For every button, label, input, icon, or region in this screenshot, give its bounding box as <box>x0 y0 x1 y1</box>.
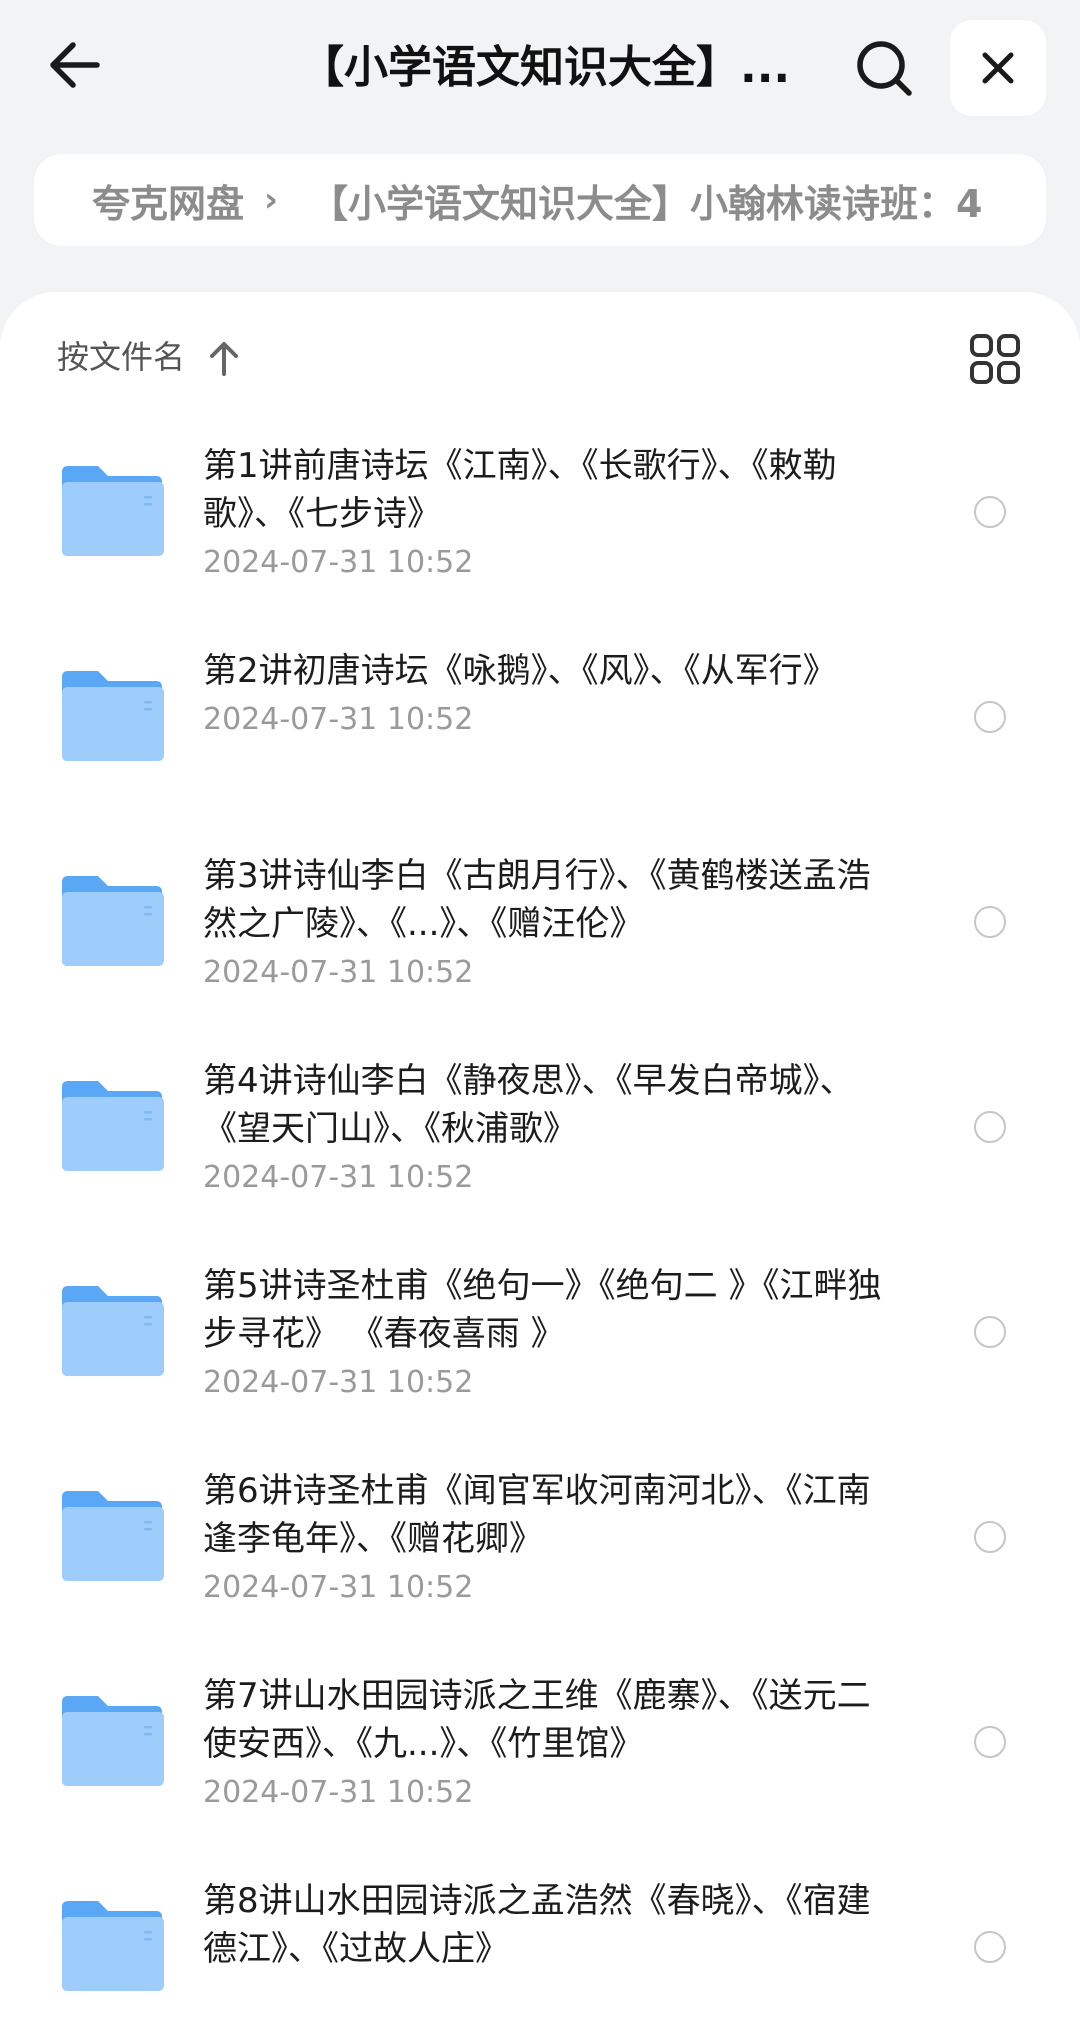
file-name: 第7讲山水田园诗派之王维《鹿寨》、《送元二使安西》、《九...》、《竹里馆》 <box>203 1676 871 1764</box>
close-button[interactable] <box>950 20 1046 116</box>
file-name: 第3讲诗仙李白《古朗月行》、《黄鹤楼送孟浩然之广陵》、《...》、《赠汪伦》 <box>203 856 871 944</box>
folder-icon <box>62 1491 164 1581</box>
select-radio[interactable] <box>974 906 1006 938</box>
search-icon <box>857 41 912 96</box>
folder-icon <box>62 1286 164 1376</box>
file-name: 第8讲山水田园诗派之孟浩然《春晓》、《宿建德江》、《过故人庄》 <box>203 1881 871 1969</box>
file-info: 第6讲诗圣杜甫《闻官军收河南河北》、《江南逢李龟年》、《赠花卿》 2024-07… <box>203 1467 883 1607</box>
list-item[interactable]: 第5讲诗圣杜甫《绝句一》《绝句二 》《江畔独步寻花》 《春夜喜雨 》 2024-… <box>0 1242 1080 1447</box>
list-item[interactable]: 第8讲山水田园诗派之孟浩然《春晓》、《宿建德江》、《过故人庄》 <box>0 1857 1080 2018</box>
select-radio[interactable] <box>974 1111 1006 1143</box>
file-info: 第7讲山水田园诗派之王维《鹿寨》、《送元二使安西》、《九...》、《竹里馆》 2… <box>203 1672 883 1812</box>
list-item[interactable]: 第2讲初唐诗坛《咏鹅》、《风》、《从军行》 2024-07-31 10:52 <box>0 627 1080 832</box>
file-date: 2024-07-31 10:52 <box>203 1570 474 1605</box>
search-button[interactable] <box>850 34 920 104</box>
page-title: 【小学语文知识大全】... <box>300 42 791 93</box>
file-list: 第1讲前唐诗坛《江南》、《长歌行》、《敕勒歌》、《七步诗》 2024-07-31… <box>0 422 1080 2018</box>
file-date: 2024-07-31 10:52 <box>203 1775 474 1810</box>
breadcrumb: 夸克网盘 › 【小学语文知识大全】小翰林读诗班：4 <box>34 154 1046 246</box>
file-date: 2024-07-31 10:52 <box>203 1160 474 1195</box>
select-radio[interactable] <box>974 701 1006 733</box>
select-radio[interactable] <box>974 1931 1006 1963</box>
file-info: 第2讲初唐诗坛《咏鹅》、《风》、《从军行》 2024-07-31 10:52 <box>203 647 883 739</box>
select-radio[interactable] <box>974 1726 1006 1758</box>
folder-icon <box>62 1696 164 1786</box>
file-date: 2024-07-31 10:52 <box>203 1365 474 1400</box>
file-info: 第1讲前唐诗坛《江南》、《长歌行》、《敕勒歌》、《七步诗》 2024-07-31… <box>203 442 883 582</box>
folder-icon <box>62 1901 164 1991</box>
back-arrow-icon <box>50 42 100 88</box>
file-info: 第4讲诗仙李白《静夜思》、《早发白帝城》、《望天门山》、《秋浦歌》 2024-0… <box>203 1057 883 1197</box>
list-item[interactable]: 第3讲诗仙李白《古朗月行》、《黄鹤楼送孟浩然之广陵》、《...》、《赠汪伦》 2… <box>0 832 1080 1037</box>
file-info: 第3讲诗仙李白《古朗月行》、《黄鹤楼送孟浩然之广陵》、《...》、《赠汪伦》 2… <box>203 852 883 992</box>
select-radio[interactable] <box>974 1316 1006 1348</box>
breadcrumb-current[interactable]: 【小学语文知识大全】小翰林读诗班：4 <box>310 173 982 228</box>
arrow-up-icon[interactable] <box>206 338 242 378</box>
file-name: 第6讲诗圣杜甫《闻官军收河南河北》、《江南逢李龟年》、《赠花卿》 <box>203 1471 871 1559</box>
file-date: 2024-07-31 10:52 <box>203 702 474 737</box>
folder-icon <box>62 1081 164 1171</box>
file-list-panel: 按文件名 第1讲前唐诗坛《江南》、《长歌行》、《敕勒歌》、《七步诗》 2024-… <box>0 292 1080 2018</box>
back-button[interactable] <box>40 30 110 100</box>
list-item[interactable]: 第6讲诗圣杜甫《闻官军收河南河北》、《江南逢李龟年》、《赠花卿》 2024-07… <box>0 1447 1080 1652</box>
list-item[interactable]: 第4讲诗仙李白《静夜思》、《早发白帝城》、《望天门山》、《秋浦歌》 2024-0… <box>0 1037 1080 1242</box>
close-icon <box>982 52 1014 84</box>
file-date: 2024-07-31 10:52 <box>203 955 474 990</box>
file-name: 第5讲诗圣杜甫《绝句一》《绝句二 》《江畔独步寻花》 《春夜喜雨 》 <box>203 1266 882 1354</box>
file-info: 第8讲山水田园诗派之孟浩然《春晓》、《宿建德江》、《过故人庄》 <box>203 1877 883 1979</box>
file-name: 第2讲初唐诗坛《咏鹅》、《风》、《从军行》 <box>203 651 837 691</box>
breadcrumb-root[interactable]: 夸克网盘 <box>92 173 244 228</box>
file-date: 2024-07-31 10:52 <box>203 545 474 580</box>
select-radio[interactable] <box>974 1521 1006 1553</box>
list-item[interactable]: 第1讲前唐诗坛《江南》、《长歌行》、《敕勒歌》、《七步诗》 2024-07-31… <box>0 422 1080 627</box>
sort-by-name-button[interactable]: 按文件名 <box>57 332 185 382</box>
folder-icon <box>62 876 164 966</box>
breadcrumb-separator: › <box>264 180 279 220</box>
top-bar: 【小学语文知识大全】... <box>0 0 1080 140</box>
file-info: 第5讲诗圣杜甫《绝句一》《绝句二 》《江畔独步寻花》 《春夜喜雨 》 2024-… <box>203 1262 883 1402</box>
list-item[interactable]: 第7讲山水田园诗派之王维《鹿寨》、《送元二使安西》、《九...》、《竹里馆》 2… <box>0 1652 1080 1857</box>
folder-icon <box>62 466 164 556</box>
file-name: 第1讲前唐诗坛《江南》、《长歌行》、《敕勒歌》、《七步诗》 <box>203 446 837 534</box>
file-name: 第4讲诗仙李白《静夜思》、《早发白帝城》、《望天门山》、《秋浦歌》 <box>203 1061 854 1149</box>
grid-view-icon[interactable] <box>968 332 1022 386</box>
select-radio[interactable] <box>974 496 1006 528</box>
folder-icon <box>62 671 164 761</box>
sort-bar: 按文件名 <box>0 292 1080 422</box>
